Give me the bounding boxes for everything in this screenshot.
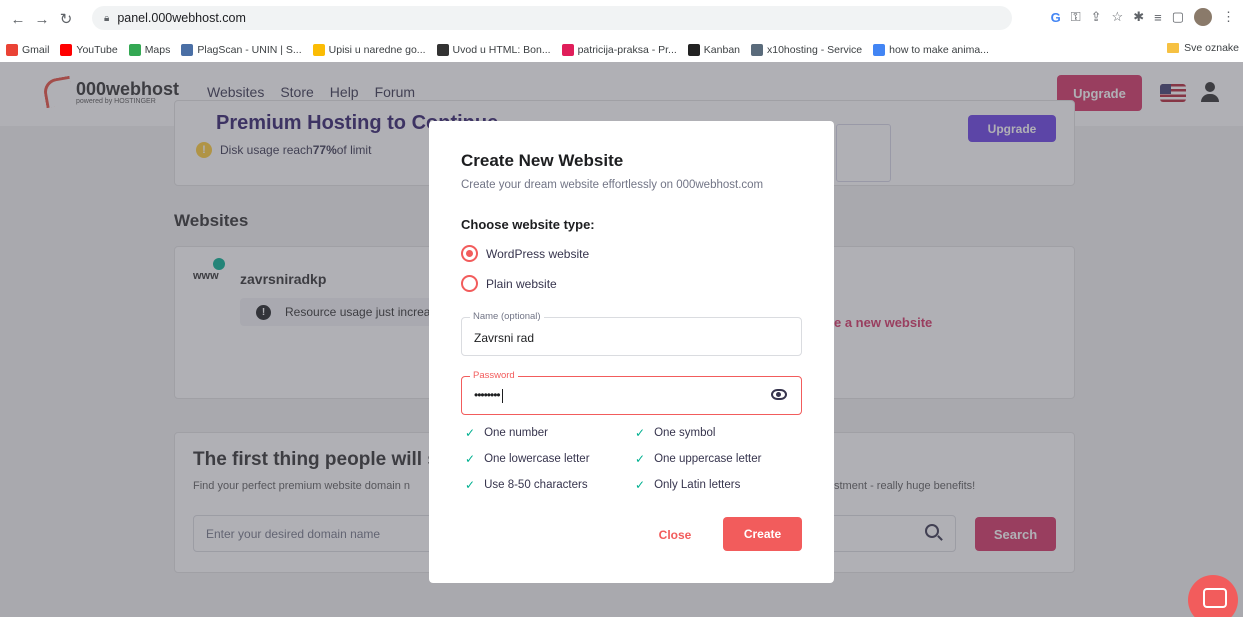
eye-icon[interactable] bbox=[771, 389, 787, 400]
folder-icon bbox=[1167, 43, 1180, 53]
password-field-value: •••••••• bbox=[474, 388, 503, 403]
other-bookmarks[interactable]: Sve oznake bbox=[1167, 42, 1239, 54]
bookmark-label: Upisi u naredne go... bbox=[328, 44, 426, 56]
bookmark-label: Uvod u HTML: Bon... bbox=[452, 44, 551, 56]
bookmark-item[interactable]: Uvod u HTML: Bon... bbox=[436, 44, 551, 56]
bookmark-item[interactable]: Maps bbox=[128, 44, 171, 56]
bookmark-label: Gmail bbox=[22, 44, 50, 56]
rule-latin: ✓ Only Latin letters bbox=[635, 478, 740, 492]
radio-wordpress-label: WordPress website bbox=[486, 246, 590, 261]
extension-icons: G ⚿ ⇪ ☆ ✱ ≡ ▢ ⋮ bbox=[1051, 8, 1235, 26]
address-bar[interactable]: 🔒︎ panel.000webhost.com bbox=[92, 6, 1012, 30]
menu-icon[interactable]: ⋮ bbox=[1222, 9, 1235, 25]
extensions-icon[interactable]: ✱ bbox=[1133, 9, 1144, 25]
modal-subtitle: Create your dream website effortlessly o… bbox=[461, 179, 764, 191]
password-field[interactable]: Password •••••••• bbox=[461, 370, 802, 415]
reload-icon[interactable]: ↻ bbox=[54, 7, 78, 31]
password-dots: •••••••• bbox=[474, 388, 501, 402]
rule-lowercase-label: One lowercase letter bbox=[484, 453, 590, 465]
rule-uppercase: ✓ One uppercase letter bbox=[635, 452, 761, 466]
bookmark-label: x10hosting - Service bbox=[767, 44, 863, 56]
close-button[interactable]: Close bbox=[645, 518, 705, 551]
rule-length-label: Use 8-50 characters bbox=[484, 479, 588, 491]
rule-number: ✓ One number bbox=[465, 426, 548, 440]
bookmark-favicon-icon bbox=[436, 44, 449, 56]
bookmark-favicon-icon bbox=[128, 44, 141, 56]
password-field-label: Password bbox=[470, 370, 518, 381]
bookmark-item[interactable]: patricija-praksa - Pr... bbox=[561, 44, 677, 56]
rule-latin-label: Only Latin letters bbox=[654, 479, 741, 491]
bookmark-item[interactable]: Kanban bbox=[687, 44, 740, 56]
google-icon[interactable]: G bbox=[1051, 10, 1061, 25]
other-bookmarks-label: Sve oznake bbox=[1184, 42, 1239, 54]
website-type-heading: Choose website type: bbox=[461, 217, 595, 232]
bookmarks-bar: Gmail YouTube Maps PlagScan - UNIN | S... Up… bbox=[0, 38, 1243, 62]
radio-selected-icon[interactable] bbox=[461, 245, 478, 262]
check-icon: ✓ bbox=[465, 478, 476, 492]
rule-uppercase-label: One uppercase letter bbox=[654, 453, 762, 465]
check-icon: ✓ bbox=[635, 452, 646, 466]
side-panel-icon[interactable]: ▢ bbox=[1172, 9, 1184, 25]
name-field-value: Zavrsni rad bbox=[474, 331, 535, 345]
rule-length: ✓ Use 8-50 characters bbox=[465, 478, 588, 492]
modal-title: Create New Website bbox=[461, 151, 624, 170]
bookmark-item[interactable]: PlagScan - UNIN | S... bbox=[181, 44, 302, 56]
bookmark-item[interactable]: Gmail bbox=[6, 44, 49, 56]
bookmark-label: how to make anima... bbox=[889, 44, 989, 56]
check-icon: ✓ bbox=[635, 426, 646, 440]
rule-number-label: One number bbox=[484, 427, 548, 439]
key-icon[interactable]: ⚿ bbox=[1071, 9, 1081, 25]
bookmark-item[interactable]: YouTube bbox=[60, 44, 118, 56]
forward-icon[interactable]: → bbox=[30, 7, 54, 31]
url-text: panel.000webhost.com bbox=[117, 11, 246, 25]
back-icon[interactable]: ← bbox=[6, 7, 30, 31]
check-icon: ✓ bbox=[465, 426, 476, 440]
bookmark-item[interactable]: x10hosting - Service bbox=[751, 44, 862, 56]
bookmark-favicon-icon bbox=[561, 44, 574, 56]
bookmark-favicon-icon bbox=[687, 44, 700, 56]
profile-avatar[interactable] bbox=[1194, 8, 1212, 26]
bookmark-item[interactable]: Upisi u naredne go... bbox=[312, 44, 426, 56]
radio-unselected-icon[interactable] bbox=[461, 275, 478, 292]
bookmark-favicon-icon bbox=[312, 44, 325, 56]
bookmark-label: PlagScan - UNIN | S... bbox=[197, 44, 302, 56]
radio-plain-label: Plain website bbox=[486, 276, 557, 291]
star-icon[interactable]: ☆ bbox=[1112, 9, 1124, 25]
bookmark-label: Kanban bbox=[703, 44, 740, 56]
create-website-modal: Create New Website Create your dream web… bbox=[429, 121, 834, 583]
bookmark-favicon-icon bbox=[60, 44, 73, 56]
radio-plain[interactable]: Plain website bbox=[461, 275, 557, 292]
bookmark-label: patricija-praksa - Pr... bbox=[577, 44, 677, 56]
name-field[interactable]: Name (optional) Zavrsni rad bbox=[461, 311, 802, 356]
lock-icon: 🔒︎ bbox=[104, 12, 110, 24]
rule-symbol-label: One symbol bbox=[654, 427, 716, 439]
rule-lowercase: ✓ One lowercase letter bbox=[465, 452, 590, 466]
check-icon: ✓ bbox=[635, 478, 646, 492]
radio-wordpress[interactable]: WordPress website bbox=[461, 245, 589, 262]
check-icon: ✓ bbox=[465, 452, 476, 466]
bookmark-favicon-icon bbox=[6, 44, 18, 56]
bookmark-item[interactable]: how to make anima... bbox=[873, 44, 989, 56]
browser-chrome: ← → ↻ 🔒︎ panel.000webhost.com G ⚿ ⇪ ☆ ✱ … bbox=[0, 0, 1243, 62]
rule-symbol: ✓ One symbol bbox=[635, 426, 715, 440]
bookmark-label: YouTube bbox=[76, 44, 118, 56]
name-field-label: Name (optional) bbox=[470, 311, 544, 322]
chat-icon[interactable] bbox=[1188, 575, 1238, 617]
share-icon[interactable]: ⇪ bbox=[1091, 9, 1102, 25]
bookmark-label: Maps bbox=[144, 44, 171, 56]
create-button[interactable]: Create bbox=[723, 517, 802, 551]
bookmark-favicon-icon bbox=[873, 44, 886, 56]
bookmark-favicon-icon bbox=[181, 44, 194, 56]
reading-list-icon[interactable]: ≡ bbox=[1154, 10, 1162, 25]
bookmark-favicon-icon bbox=[751, 44, 763, 56]
address-row: ← → ↻ 🔒︎ panel.000webhost.com G ⚿ ⇪ ☆ ✱ … bbox=[0, 0, 1243, 38]
